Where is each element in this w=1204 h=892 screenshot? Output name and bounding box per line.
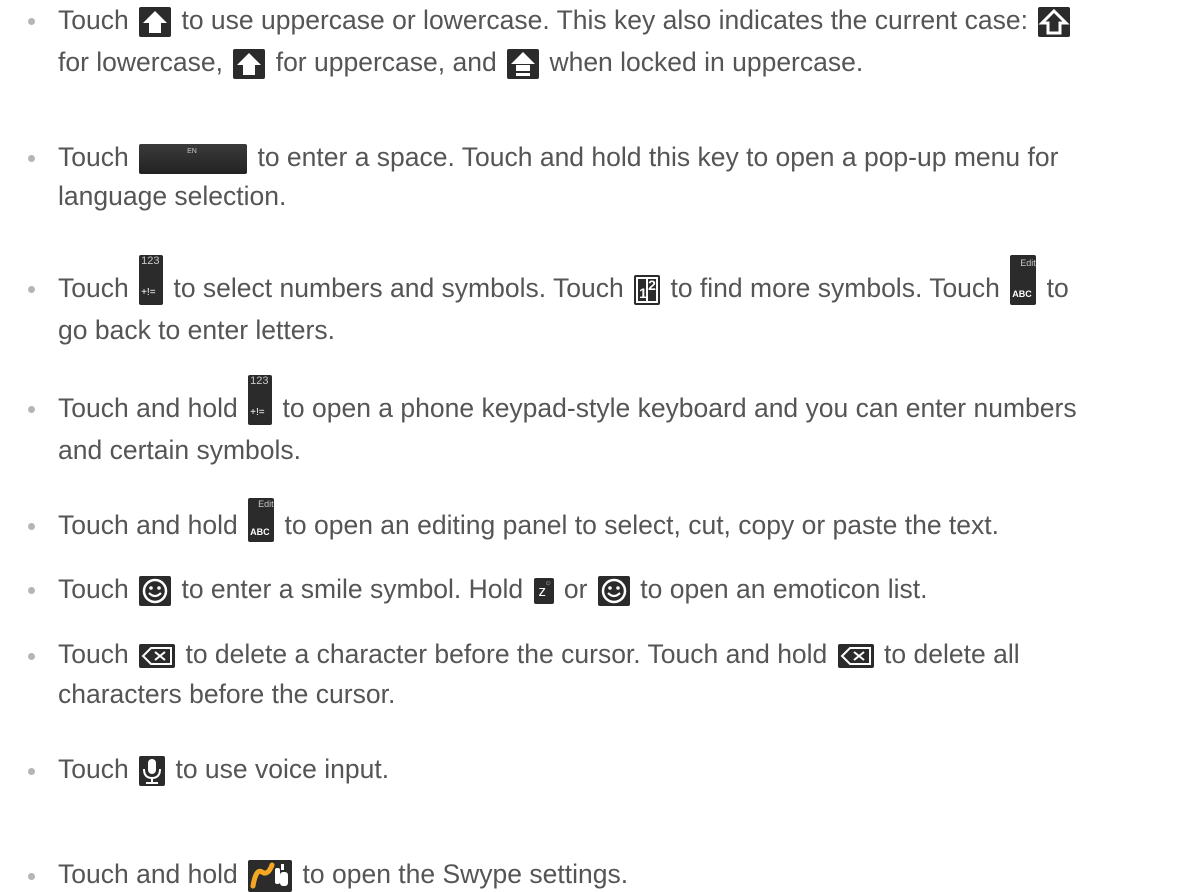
abc-key-bottom: ABC bbox=[250, 527, 270, 537]
more-symbols-a: 1 bbox=[639, 285, 647, 301]
text: to enter a space. Touch and hold this ke… bbox=[257, 142, 1059, 172]
symbols-key-icon: 123 +!= bbox=[139, 255, 164, 305]
abc-edit-key-icon: Edit ABC bbox=[248, 498, 275, 542]
text: for lowercase, bbox=[58, 47, 223, 77]
z-key-letter: z bbox=[538, 583, 547, 600]
abc-key-top: Edit bbox=[258, 499, 274, 509]
text: to use uppercase or lowercase. This key … bbox=[181, 5, 1028, 35]
text: to open the Swype settings. bbox=[302, 859, 629, 889]
backspace-icon bbox=[139, 644, 176, 668]
symbols-key-bottom: +!= bbox=[141, 287, 156, 298]
swype-icon bbox=[248, 860, 293, 892]
text: go back to enter letters. bbox=[58, 315, 335, 345]
text: Touch bbox=[58, 142, 129, 172]
smiley-icon bbox=[139, 576, 172, 606]
z-key-icon: ☺ z bbox=[533, 578, 554, 604]
bullet bbox=[28, 653, 35, 660]
abc-key-bottom: ABC bbox=[1012, 289, 1032, 299]
text: when locked in uppercase. bbox=[549, 47, 864, 77]
text: or bbox=[563, 574, 588, 604]
space-key-icon: EN bbox=[139, 144, 248, 174]
shift-locked-icon bbox=[507, 49, 540, 79]
text: to select numbers and symbols. Touch bbox=[173, 273, 624, 303]
text: Touch bbox=[58, 273, 129, 303]
text: to delete all bbox=[884, 639, 1020, 669]
text: Touch bbox=[58, 5, 129, 35]
abc-edit-key-icon: Edit ABC bbox=[1010, 255, 1037, 305]
text: to open an editing panel to select, cut,… bbox=[284, 510, 1000, 540]
text: Touch and hold bbox=[58, 510, 238, 540]
symbols-key-top: 123 bbox=[141, 255, 160, 267]
text: to open an emoticon list. bbox=[640, 574, 928, 604]
symbols-key-icon: 123 +!= bbox=[248, 375, 273, 425]
symbols-key-bottom: +!= bbox=[250, 407, 265, 418]
more-symbols-key-icon: 1 2 bbox=[634, 275, 661, 305]
bullet bbox=[28, 286, 35, 293]
bullet bbox=[28, 873, 35, 880]
more-symbols-b: 2 bbox=[648, 277, 656, 293]
shift-outline-icon bbox=[1038, 7, 1071, 37]
text: and certain symbols. bbox=[58, 435, 302, 465]
text: Touch bbox=[58, 754, 129, 784]
text: to delete a character before the cursor.… bbox=[185, 639, 828, 669]
bullet bbox=[28, 18, 35, 25]
abc-key-top: Edit bbox=[1020, 258, 1036, 268]
shift-arrow-icon bbox=[139, 7, 172, 37]
text: to use voice input. bbox=[175, 754, 390, 784]
text: to bbox=[1046, 273, 1069, 303]
bullet bbox=[28, 768, 35, 775]
bullet bbox=[28, 155, 35, 162]
backspace-icon bbox=[837, 644, 874, 668]
bullet bbox=[28, 587, 35, 594]
shift-filled-icon bbox=[233, 49, 266, 79]
bullet bbox=[28, 406, 35, 413]
text: for uppercase, and bbox=[275, 47, 497, 77]
text: Touch bbox=[58, 574, 129, 604]
text: Touch and hold bbox=[58, 859, 238, 889]
text: to find more symbols. Touch bbox=[670, 273, 1000, 303]
bullet bbox=[28, 523, 35, 530]
text: Touch bbox=[58, 639, 129, 669]
text: Touch and hold bbox=[58, 393, 238, 423]
text: language selection. bbox=[58, 181, 287, 211]
smiley-icon bbox=[597, 576, 630, 606]
microphone-icon bbox=[139, 756, 166, 786]
text: to enter a smile symbol. Hold bbox=[181, 574, 524, 604]
text: characters before the cursor. bbox=[58, 679, 396, 709]
space-key-label: EN bbox=[187, 148, 197, 155]
symbols-key-top: 123 bbox=[250, 375, 269, 387]
text: to open a phone keypad-style keyboard an… bbox=[282, 393, 1077, 423]
